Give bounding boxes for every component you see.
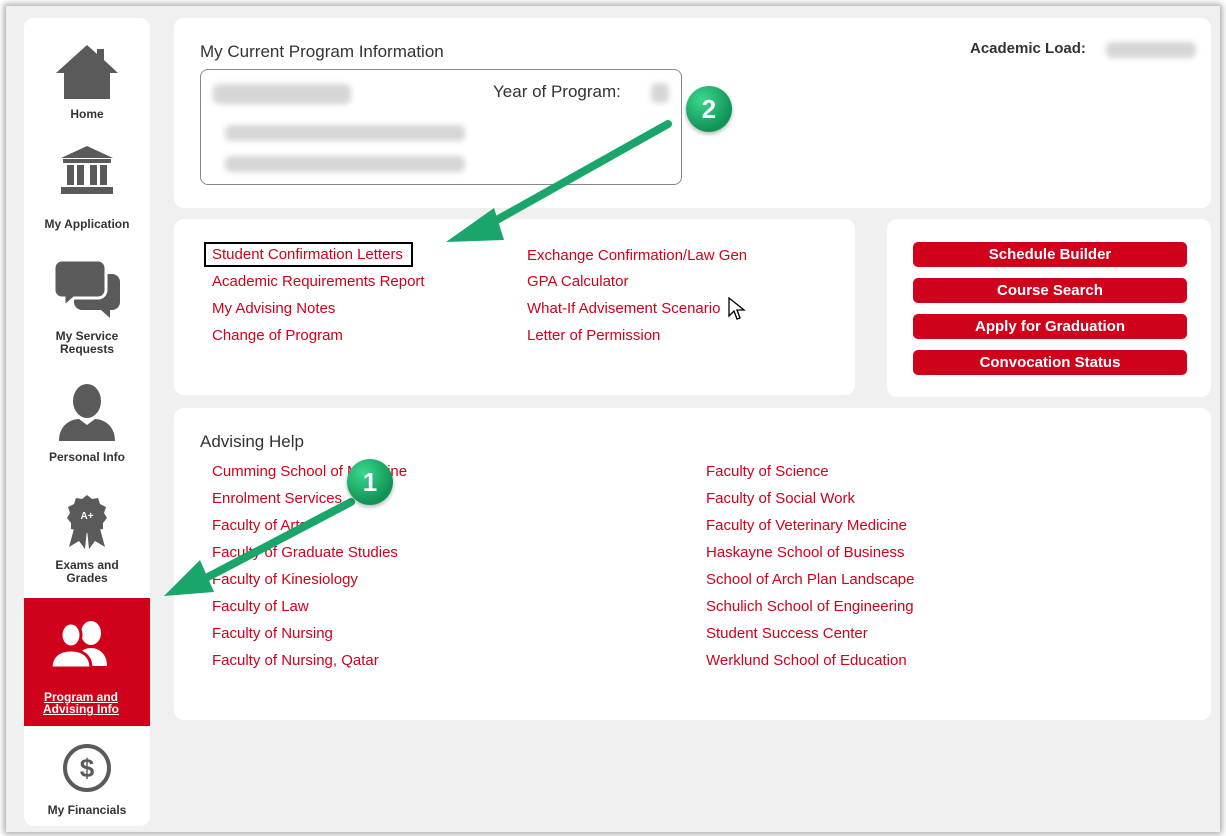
- sidebar-item-exams-and-grades[interactable]: A+ Exams and Grades: [24, 483, 150, 598]
- sidebar-item-label: Grades: [66, 571, 108, 585]
- advising-link[interactable]: Faculty of Science: [706, 463, 829, 480]
- advising-link[interactable]: Werklund School of Education: [706, 652, 907, 669]
- sidebar-item-my-service-requests[interactable]: My Service Requests: [24, 248, 150, 383]
- sidebar-item-program-and-advising-info[interactable]: Program and Advising Info: [24, 598, 150, 726]
- advising-link[interactable]: Faculty of Kinesiology: [212, 571, 358, 588]
- home-icon: [24, 43, 150, 99]
- annotation-badge-2: 2: [686, 86, 732, 132]
- advising-link[interactable]: Haskayne School of Business: [706, 544, 904, 561]
- sidebar-item-label: Advising Info: [43, 702, 119, 716]
- academic-load-value: [1106, 42, 1196, 58]
- academic-load-label: Academic Load:: [970, 40, 1086, 57]
- course-search-button[interactable]: Course Search: [913, 278, 1187, 303]
- advising-link[interactable]: Enrolment Services: [212, 490, 342, 507]
- advising-link[interactable]: Faculty of Nursing, Qatar: [212, 652, 379, 669]
- actions-card: Schedule Builder Course Search Apply for…: [887, 219, 1211, 397]
- dollar-icon: $: [24, 743, 150, 793]
- sidebar-item-my-application[interactable]: My Application: [24, 133, 150, 248]
- advising-link[interactable]: Faculty of Veterinary Medicine: [706, 517, 907, 534]
- exchange-confirmation-link[interactable]: Exchange Confirmation/Law Gen: [527, 247, 747, 264]
- apply-for-graduation-button[interactable]: Apply for Graduation: [913, 314, 1187, 339]
- program-detail-line-2: [225, 156, 465, 172]
- advising-link[interactable]: Faculty of Social Work: [706, 490, 855, 507]
- program-name-value: [213, 84, 351, 104]
- what-if-advisement-link[interactable]: What-If Advisement Scenario: [527, 300, 720, 317]
- chat-icon: [24, 260, 150, 318]
- advising-help-title: Advising Help: [200, 432, 304, 451]
- sidebar-item-label: Personal Info: [48, 450, 125, 464]
- advising-link[interactable]: Faculty of Law: [212, 598, 309, 615]
- award-icon: A+: [24, 495, 150, 549]
- advising-link[interactable]: Faculty of Graduate Studies: [212, 544, 398, 561]
- sidebar-item-personal-info[interactable]: Personal Info: [24, 383, 150, 483]
- sidebar-item-label: Home: [70, 107, 104, 121]
- sidebar-nav: Home My Application My Service Requests …: [24, 18, 150, 826]
- sidebar-item-home[interactable]: Home: [24, 18, 150, 133]
- sidebar-item-label: Requests: [59, 342, 115, 356]
- schedule-builder-button[interactable]: Schedule Builder: [913, 242, 1187, 267]
- mouse-cursor-icon: [728, 297, 746, 320]
- sidebar-item-label: My Application: [44, 217, 130, 231]
- program-info-title: My Current Program Information: [200, 42, 444, 61]
- users-icon: [24, 620, 150, 668]
- student-confirmation-letters-link[interactable]: Student Confirmation Letters: [204, 242, 413, 267]
- change-of-program-link[interactable]: Change of Program: [212, 327, 343, 344]
- advising-link[interactable]: Schulich School of Engineering: [706, 598, 914, 615]
- annotation-badge-1: 1: [347, 459, 393, 505]
- year-of-program-value: [651, 83, 669, 103]
- my-advising-notes-link[interactable]: My Advising Notes: [212, 300, 335, 317]
- gpa-calculator-link[interactable]: GPA Calculator: [527, 273, 628, 290]
- year-of-program-label: Year of Program:: [493, 82, 621, 101]
- advising-link[interactable]: Faculty of Arts: [212, 517, 307, 534]
- sidebar-item-my-financials[interactable]: $ My Financials: [24, 726, 150, 826]
- app-frame: Home My Application My Service Requests …: [6, 6, 1220, 832]
- sidebar-item-label: My Financials: [47, 803, 127, 817]
- program-box: Year of Program:: [200, 69, 682, 185]
- advising-help-card: Advising Help Cumming School of Medicine…: [174, 408, 1211, 720]
- advising-link[interactable]: Student Success Center: [706, 625, 868, 642]
- dollar-symbol: $: [80, 753, 95, 783]
- advising-link[interactable]: School of Arch Plan Landscape: [706, 571, 914, 588]
- award-badge-text: A+: [80, 511, 93, 522]
- academic-requirements-report-link[interactable]: Academic Requirements Report: [212, 273, 425, 290]
- letter-of-permission-link[interactable]: Letter of Permission: [527, 327, 660, 344]
- program-detail-line-1: [225, 125, 465, 141]
- bank-icon: [24, 146, 150, 194]
- advising-link[interactable]: Faculty of Nursing: [212, 625, 333, 642]
- person-icon: [24, 383, 150, 441]
- convocation-status-button[interactable]: Convocation Status: [913, 350, 1187, 375]
- links-card: Student Confirmation Letters Academic Re…: [174, 219, 855, 395]
